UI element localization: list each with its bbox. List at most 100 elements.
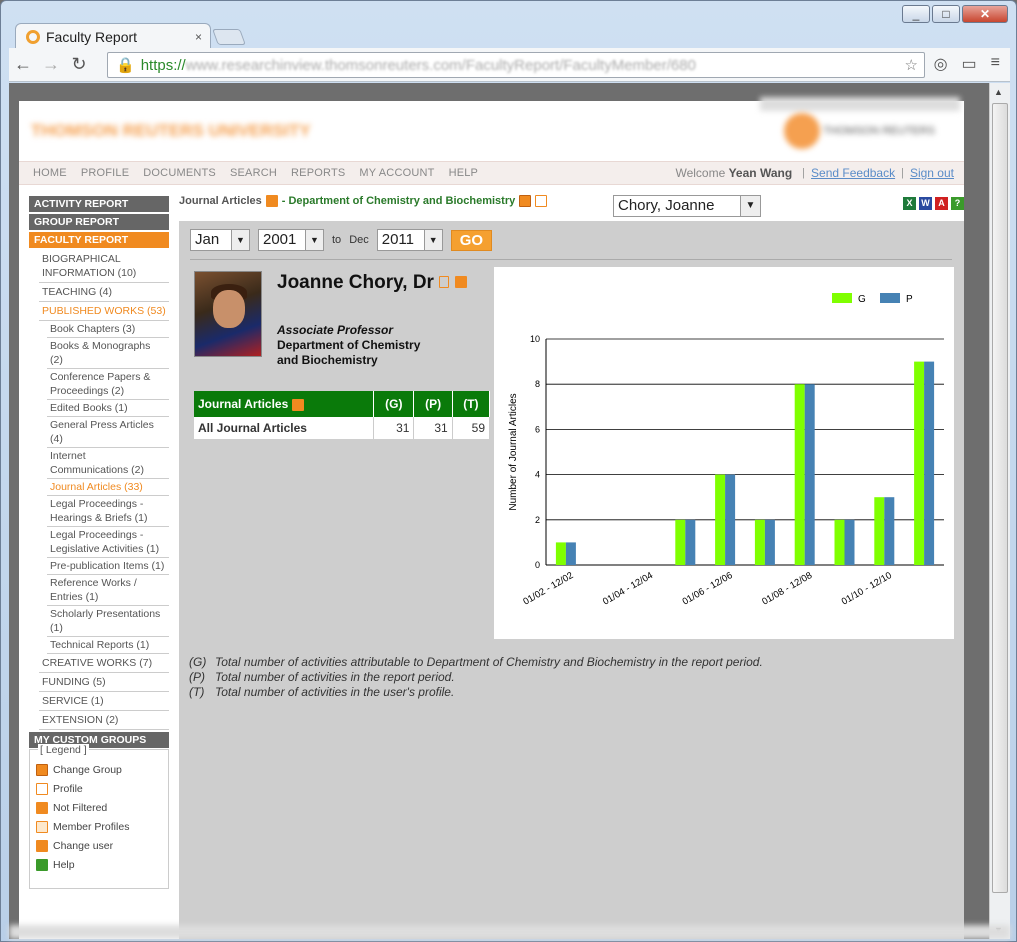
- tab-close-icon[interactable]: ×: [195, 30, 202, 44]
- send-feedback-link[interactable]: Send Feedback: [811, 166, 895, 180]
- tab-title: Faculty Report: [46, 28, 138, 45]
- menu-reports[interactable]: REPORTS: [291, 167, 345, 179]
- legend-member-profiles: Member Profiles: [53, 821, 130, 833]
- member-profiles-icon[interactable]: [535, 195, 548, 207]
- scroll-up-icon[interactable]: ▲: [994, 87, 1003, 97]
- x-tick-label: 01/06 - 12/06: [681, 570, 735, 608]
- profile-name: Joanne Chory, Dr: [277, 271, 467, 294]
- sidebar-subitem[interactable]: Technical Reports (1): [47, 637, 169, 654]
- sign-out-link[interactable]: Sign out: [910, 166, 954, 180]
- pdf-icon[interactable]: A: [935, 197, 948, 210]
- sidebar-subitem[interactable]: Internet Communications (2): [47, 448, 169, 479]
- sidebar-item-creative-works[interactable]: CREATIVE WORKS (7): [39, 654, 169, 673]
- sidebar-subitem[interactable]: Book Chapters (3): [47, 321, 169, 338]
- browser-tab[interactable]: Faculty Report ×: [15, 23, 211, 49]
- sidebar-subitem[interactable]: Scholarly Presentations (1): [47, 606, 169, 637]
- bar-g: [555, 542, 566, 565]
- go-button[interactable]: GO: [450, 229, 493, 251]
- sidebar-subitem[interactable]: Books & Monographs (2): [47, 338, 169, 369]
- from-year-select[interactable]: 2001 ▼: [258, 229, 324, 251]
- profile-icon[interactable]: [439, 276, 450, 288]
- table-header: (P): [413, 391, 453, 417]
- member-profiles-icon: [36, 821, 48, 833]
- table-cell[interactable]: All Journal Articles: [194, 417, 375, 439]
- notes: (G) Total number of activities attributab…: [189, 655, 763, 700]
- sidebar-subitem[interactable]: Legal Proceedings - Legislative Activiti…: [47, 527, 169, 558]
- sidebar-subitem[interactable]: Reference Works / Entries (1): [47, 575, 169, 606]
- breadcrumb: Journal Articles - Department of Chemist…: [179, 195, 548, 207]
- sidebar-item-teaching[interactable]: TEACHING (4): [39, 283, 169, 302]
- sidebar-item-biographical[interactable]: BIOGRAPHICAL INFORMATION (10): [39, 250, 169, 283]
- x-tick-label: 01/10 - 12/10: [840, 570, 894, 608]
- bar-g: [794, 384, 805, 565]
- menu-profile[interactable]: PROFILE: [81, 167, 129, 179]
- sidebar-item-extension[interactable]: EXTENSION (2): [39, 711, 169, 730]
- sidebar-subitem-journal-articles[interactable]: Journal Articles (33): [47, 479, 169, 496]
- filter-icon[interactable]: [265, 195, 278, 207]
- forward-arrow-icon[interactable]: →: [37, 54, 65, 75]
- extension-icon[interactable]: ▭: [962, 54, 977, 74]
- menu-home[interactable]: HOME: [33, 167, 67, 179]
- menu-documents[interactable]: DOCUMENTS: [143, 167, 216, 179]
- crumb-section: Journal Articles: [179, 195, 262, 207]
- table-header: Journal Articles: [194, 391, 375, 417]
- profile-department: Department of Chemistry and Biochemistry: [277, 338, 421, 367]
- address-bar[interactable]: 🔒 https:// www.researchinview.thomsonreu…: [107, 52, 925, 78]
- bar-p: [565, 542, 576, 565]
- scrollbar-thumb[interactable]: [992, 103, 1008, 893]
- sidebar-item-funding[interactable]: FUNDING (5): [39, 673, 169, 692]
- bar-g: [675, 519, 686, 565]
- sidebar-activity-report[interactable]: ACTIVITY REPORT: [29, 196, 169, 212]
- to-year-select[interactable]: 2011 ▼: [376, 229, 443, 251]
- excel-icon[interactable]: X: [903, 197, 916, 210]
- menu-my-account[interactable]: MY ACCOUNT: [359, 167, 434, 179]
- minimize-button[interactable]: _: [902, 5, 930, 23]
- change-group-icon[interactable]: [519, 195, 532, 207]
- globe-icon[interactable]: ◎: [934, 54, 948, 74]
- browser-window: _ □ ✕ Faculty Report × ← → ↻ 🔒 https:// …: [0, 0, 1017, 942]
- main-menu: HOME PROFILE DOCUMENTS SEARCH REPORTS MY…: [19, 161, 964, 185]
- maximize-button[interactable]: □: [932, 5, 960, 23]
- legend-swatch: [880, 293, 900, 303]
- sidebar-group-report[interactable]: GROUP REPORT: [29, 214, 169, 230]
- sidebar-item-published-works[interactable]: PUBLISHED WORKS (53): [39, 302, 169, 321]
- chevron-down-icon: ▼: [740, 196, 760, 216]
- university-logo: THOMSON REUTERS UNIVERSITY: [31, 121, 311, 140]
- sidebar-subitem[interactable]: Edited Books (1): [47, 400, 169, 417]
- sidebar-item-service[interactable]: SERVICE (1): [39, 692, 169, 711]
- help-icon[interactable]: ?: [951, 197, 964, 210]
- table-cell: 59: [452, 417, 491, 439]
- export-icons: X W A ?: [903, 197, 964, 210]
- menu-help[interactable]: HELP: [449, 167, 479, 179]
- person-select[interactable]: Chory, Joanne ▼: [613, 195, 761, 217]
- chevron-down-icon: ▼: [231, 230, 249, 250]
- reload-icon[interactable]: ↻: [65, 54, 93, 75]
- back-arrow-icon[interactable]: ←: [9, 54, 37, 75]
- menu-icon[interactable]: ≡: [991, 54, 1000, 74]
- help-icon: [36, 859, 48, 871]
- lock-icon: 🔒: [116, 57, 135, 74]
- crumb-department: - Department of Chemistry and Biochemist…: [281, 195, 516, 207]
- vertical-scrollbar[interactable]: ▲ ▼: [989, 83, 1010, 939]
- from-month-select[interactable]: Jan ▼: [190, 229, 250, 251]
- bookmark-star-icon[interactable]: ☆: [905, 56, 918, 74]
- url-scheme: https://: [140, 56, 186, 74]
- sidebar-subitem[interactable]: Pre-publication Items (1): [47, 558, 169, 575]
- summary-table: Journal Articles (G) (P) (T) All Journal…: [194, 391, 491, 439]
- table-cell: 31: [373, 417, 415, 439]
- sidebar-subitem[interactable]: Conference Papers & Proceedings (2): [47, 369, 169, 400]
- window-controls: _ □ ✕: [902, 5, 1008, 23]
- new-tab-button[interactable]: [212, 29, 246, 45]
- bar-g: [914, 361, 925, 565]
- sidebar-subitem[interactable]: General Press Articles (4): [47, 417, 169, 448]
- sidebar-subitem[interactable]: Legal Proceedings - Hearings & Briefs (1…: [47, 496, 169, 527]
- word-icon[interactable]: W: [919, 197, 932, 210]
- page-viewport: ▲ ▼ THOMSON REUTERS UNIVERSITY THOMSON R…: [9, 83, 1010, 939]
- filter-icon[interactable]: [291, 398, 304, 411]
- close-window-button[interactable]: ✕: [962, 5, 1008, 23]
- sidebar-faculty-report[interactable]: FACULTY REPORT: [29, 232, 169, 248]
- legend-help: Help: [53, 859, 75, 871]
- change-user-icon[interactable]: [454, 276, 467, 288]
- profile-icon: [36, 783, 48, 795]
- menu-search[interactable]: SEARCH: [230, 167, 277, 179]
